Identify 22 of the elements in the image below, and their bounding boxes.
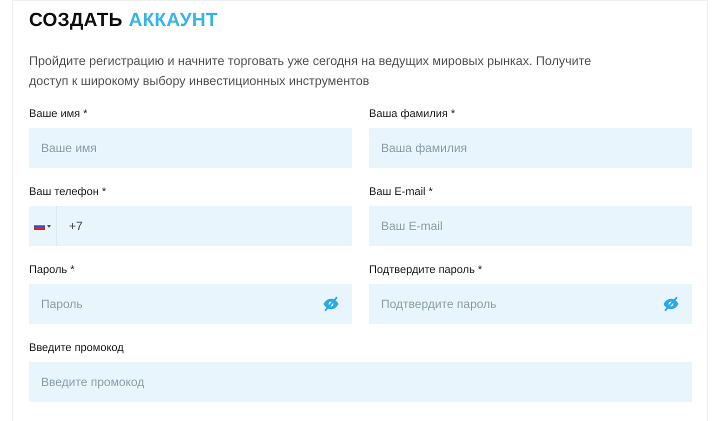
country-selector[interactable] [29,206,57,246]
field-label: Подтвердите пароль * [369,263,484,277]
field-label: Ваш E-mail * [369,185,434,199]
password-field[interactable]: Подтвердите пароль [369,284,692,324]
field-label: Пароль * [29,263,76,277]
intro-text: Пройдите регистрацию и начните торговать уже сегодня на ведущих мировых рынках. Получите доступ к широкому выбору инвестиционных инструментов [29,53,592,90]
input-field[interactable]: Ваша фамилия [369,128,692,168]
password-field[interactable]: Пароль [29,284,352,324]
input-field[interactable]: Ваш E-mail [369,206,692,246]
title: СОЗДАТЬ [29,9,123,33]
field-label: Ваша фамилия * [369,107,456,121]
caret-icon [47,224,51,228]
input-field[interactable]: Ваше имя [29,128,352,168]
field-label: Ваше имя * [29,107,88,121]
field-label: Ваш телефон * [29,185,108,199]
hidden-eye-icon[interactable] [662,295,680,313]
input-field[interactable]: Введите промокод [29,362,692,402]
field-label: Введите промокод [29,341,125,355]
phone-field[interactable]: +7 [57,206,352,246]
hidden-eye-icon[interactable] [322,295,340,313]
russia-flag-icon [34,222,45,230]
title-accent: АККАУНТ [128,9,218,33]
